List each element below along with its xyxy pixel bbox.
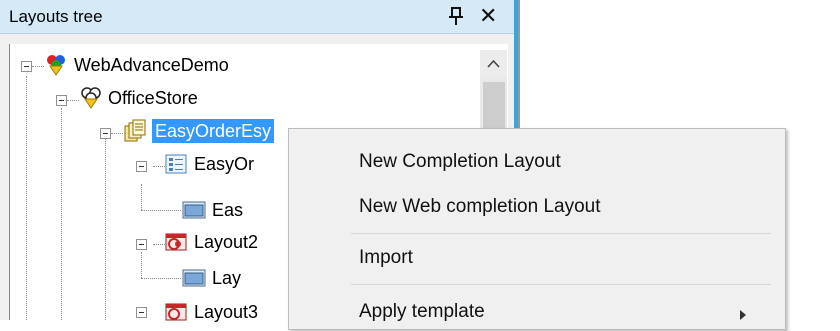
form-list-icon [164, 152, 188, 176]
collapse-icon[interactable] [136, 161, 147, 172]
tree-guide-line [26, 76, 27, 320]
window-icon [182, 266, 206, 290]
tree-node-label: WebAdvanceDemo [74, 55, 229, 75]
tree-node-label: Eas [212, 200, 244, 220]
collapse-icon[interactable] [100, 128, 111, 139]
window-icon [182, 198, 206, 222]
tree-node-label: Layout2 [194, 232, 259, 252]
tree-node-label: OfficeStore [108, 88, 198, 108]
collapse-icon[interactable] [56, 95, 67, 106]
menu-item-label: New Web completion Layout [359, 196, 601, 217]
context-menu: New Completion Layout New Web completion… [288, 128, 786, 330]
tree-node-label: Layout3 [194, 302, 259, 322]
tree-connector [141, 210, 181, 211]
app-tricolor-icon [44, 53, 68, 77]
menu-item-label: New Completion Layout [359, 151, 561, 172]
tree-connector [67, 100, 79, 101]
menu-item-label: Import [359, 247, 413, 268]
close-icon[interactable]: ✕ [479, 3, 497, 29]
pages-stack-icon [123, 119, 147, 143]
tree-guide-line [141, 184, 142, 210]
menu-item-apply-template[interactable]: Apply template [289, 295, 785, 331]
tree-guide-line [61, 108, 62, 320]
scroll-up-button[interactable] [480, 50, 507, 77]
tree-connector [141, 278, 181, 279]
menu-item-new-completion-layout[interactable]: New Completion Layout [289, 145, 785, 181]
chevron-up-icon [487, 59, 500, 68]
panel-title: Layouts tree [9, 7, 103, 26]
menu-item-import[interactable]: Import [289, 241, 785, 277]
tree-connector [32, 66, 44, 67]
panel-header: Layouts tree ✕ [0, 0, 514, 34]
menu-item-new-web-completion-layout[interactable]: New Web completion Layout [289, 190, 785, 226]
tree-guide-line [141, 252, 142, 278]
submenu-arrow-icon [739, 307, 747, 325]
pin-icon[interactable] [447, 6, 465, 26]
tree-node-label: EasyOrderEsy [152, 119, 275, 143]
menu-separator [351, 233, 771, 234]
collapse-icon[interactable] [136, 239, 147, 250]
tree-guide-line [105, 138, 106, 320]
store-outline-icon [79, 86, 103, 110]
red-layout-icon [164, 230, 188, 254]
red-layout-icon [164, 300, 188, 324]
collapse-icon[interactable] [136, 307, 147, 318]
tree-node-label: Lay [212, 268, 242, 288]
tree-connector [111, 133, 123, 134]
menu-separator [351, 284, 771, 285]
collapse-icon[interactable] [21, 61, 32, 72]
tree-node-label: EasyOr [194, 154, 255, 174]
